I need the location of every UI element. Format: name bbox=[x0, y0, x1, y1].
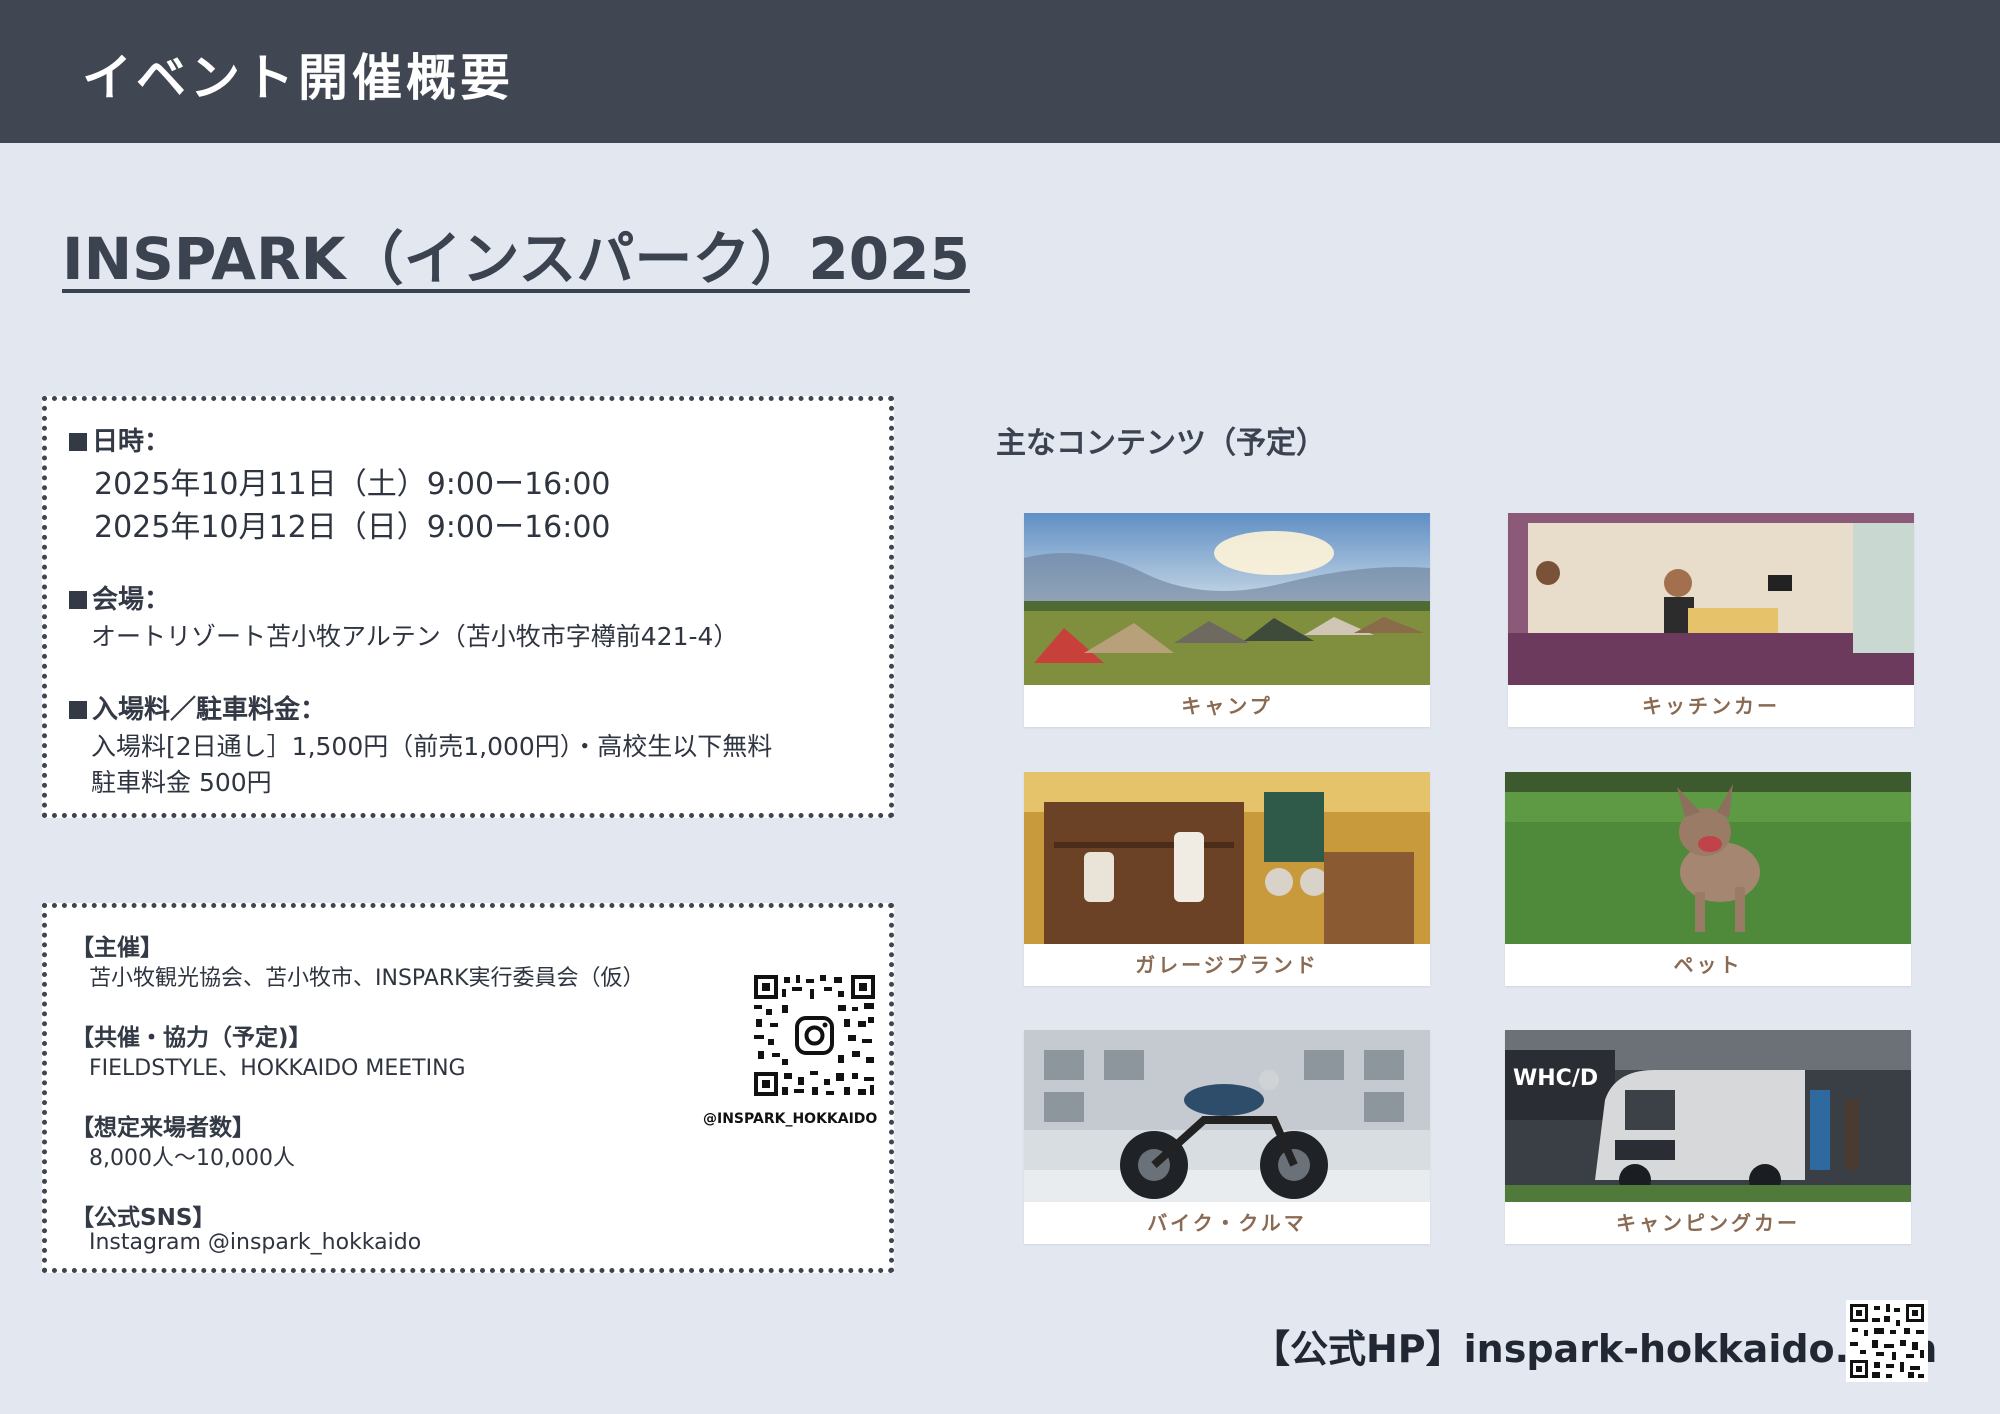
svg-text:WHC/D: WHC/D bbox=[1513, 1066, 1598, 1091]
kitchen-car-photo bbox=[1508, 513, 1914, 685]
visitors-text: 8,000人〜10,000人 bbox=[89, 1146, 295, 1171]
content-card-kitchen-car[interactable]: キッチンカー bbox=[1508, 513, 1914, 727]
bike-car-photo bbox=[1024, 1030, 1430, 1202]
sns-label: 【公式SNS】 bbox=[71, 1205, 216, 1231]
content-card-pet[interactable]: ペット bbox=[1505, 772, 1911, 986]
content-card-bike-car[interactable]: バイク・クルマ bbox=[1024, 1030, 1430, 1244]
content-card-camp[interactable]: キャンプ bbox=[1024, 513, 1430, 727]
official-website-link[interactable]: 【公式HP】inspark-hokkaido.com bbox=[1252, 1318, 1937, 1373]
fee-label: 入場料／駐車料金： bbox=[92, 695, 327, 725]
fee-heading: 入場料／駐車料金： bbox=[69, 689, 326, 726]
content-card-garage-brand[interactable]: ガレージブランド bbox=[1024, 772, 1430, 986]
website-qr-code-icon[interactable] bbox=[1846, 1300, 1928, 1382]
content-label-pet: ペット bbox=[1673, 953, 1743, 977]
camping-car-photo: WHC/D bbox=[1505, 1030, 1911, 1202]
content-label-camp: キャンプ bbox=[1181, 694, 1273, 718]
garage-brand-photo bbox=[1024, 772, 1430, 944]
instagram-qr-code-icon[interactable] bbox=[752, 973, 877, 1098]
content-label-camping-car: キャンピングカー bbox=[1616, 1211, 1800, 1235]
page-header: イベント開催概要 bbox=[0, 0, 2000, 143]
fee-line-1: 入場料[2日通し］1,500円（前売1,000円）・高校生以下無料 bbox=[91, 732, 773, 761]
organizer-info-box: 【主催】 苫小牧観光協会、苫小牧市、INSPARK実行委員会（仮） 【共催・協力… bbox=[42, 903, 894, 1273]
event-details-box: 日時： 2025年10月11日（土）9:00ー16:00 2025年10月12日… bbox=[42, 396, 894, 818]
visitors-label: 【想定来場者数】 bbox=[71, 1115, 255, 1141]
event-title: INSPARK（インスパーク）2025 bbox=[62, 225, 970, 293]
organizer-text: 苫小牧観光協会、苫小牧市、INSPARK実行委員会（仮） bbox=[89, 966, 645, 991]
organizer-label: 【主催】 bbox=[71, 935, 163, 961]
date-line-2: 2025年10月12日（日）9:00ー16:00 bbox=[94, 510, 611, 545]
fee-line-2: 駐車料金 500円 bbox=[91, 768, 272, 797]
camp-photo bbox=[1024, 513, 1430, 685]
date-label: 日時： bbox=[92, 427, 171, 457]
content-label-garage-brand: ガレージブランド bbox=[1135, 953, 1319, 977]
content-label-kitchen-car: キッチンカー bbox=[1642, 694, 1780, 718]
sns-text: Instagram @inspark_hokkaido bbox=[89, 1230, 422, 1255]
square-bullet-icon bbox=[69, 701, 87, 719]
header-title: イベント開催概要 bbox=[82, 49, 514, 107]
venue-heading: 会場： bbox=[69, 579, 170, 616]
venue-text: オートリゾート苫小牧アルテン（苫小牧市字樽前421-4） bbox=[91, 622, 739, 651]
content-label-bike-car: バイク・クルマ bbox=[1147, 1211, 1307, 1235]
content-card-camping-car[interactable]: WHC/D キャンピングカー bbox=[1505, 1030, 1911, 1244]
instagram-icon bbox=[794, 1015, 835, 1056]
contents-heading: 主なコンテンツ（予定） bbox=[996, 426, 1326, 461]
date-heading: 日時： bbox=[69, 421, 170, 458]
date-line-1: 2025年10月11日（土）9:00ー16:00 bbox=[94, 467, 611, 502]
cosponsor-text: FIELDSTYLE、HOKKAIDO MEETING bbox=[89, 1056, 466, 1081]
instagram-handle-caption: @INSPARK_HOKKAIDO bbox=[703, 1111, 878, 1127]
square-bullet-icon bbox=[69, 591, 87, 609]
square-bullet-icon bbox=[69, 433, 87, 451]
pet-photo bbox=[1505, 772, 1911, 944]
cosponsor-label: 【共催・協力（予定)】 bbox=[71, 1025, 312, 1051]
venue-label: 会場： bbox=[92, 585, 171, 615]
